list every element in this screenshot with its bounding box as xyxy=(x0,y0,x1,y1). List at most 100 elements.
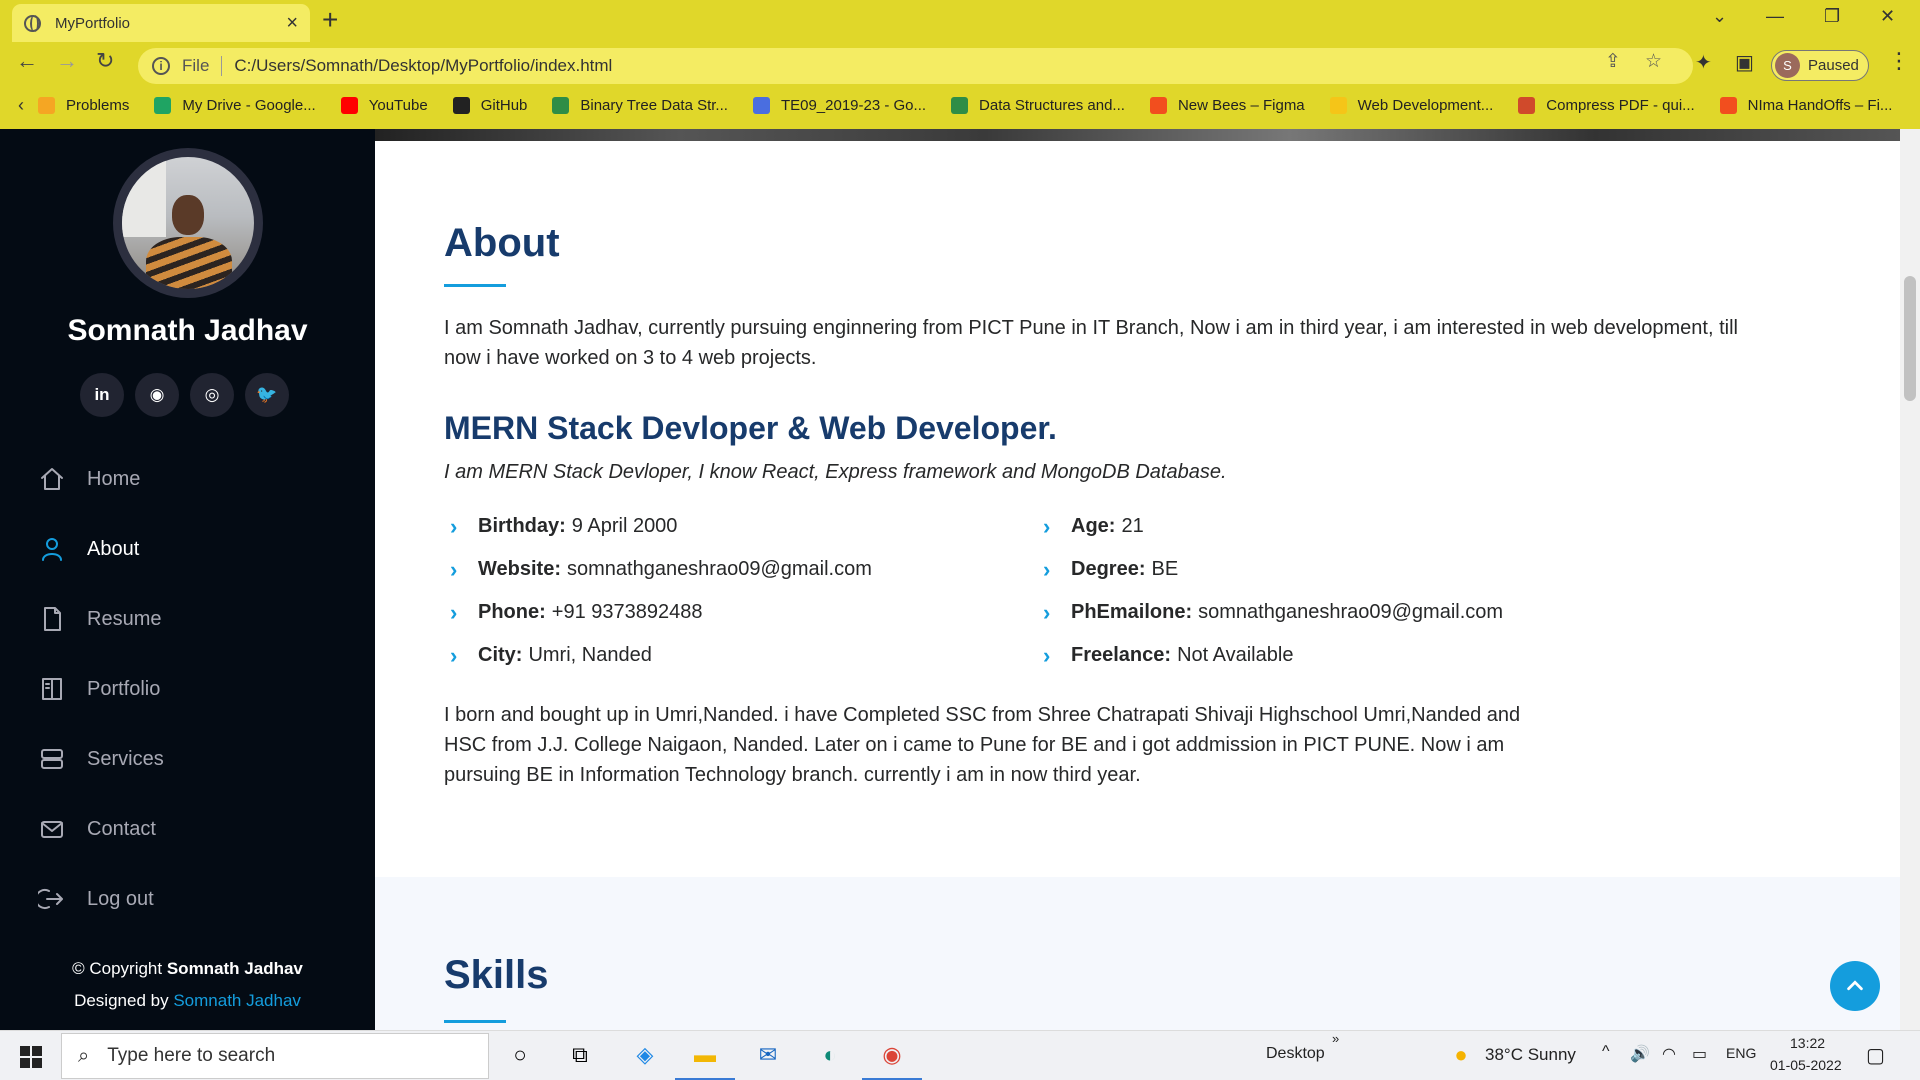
linkedin-icon[interactable]: in xyxy=(80,373,124,417)
share-icon[interactable]: ⇪ xyxy=(1605,50,1621,73)
edge-icon[interactable]: ◐ xyxy=(815,1040,845,1070)
info-icon[interactable]: i xyxy=(152,57,170,75)
scrollbar-thumb[interactable] xyxy=(1904,276,1916,401)
chevron-right-icon: › xyxy=(450,556,458,582)
search-icon: ⌕ xyxy=(78,1044,90,1067)
info-label: City: xyxy=(478,644,523,666)
sidebar-item-resume[interactable]: Resume xyxy=(38,584,358,654)
back-icon[interactable]: ← xyxy=(16,50,38,72)
menu-kebab-icon[interactable]: ⋮ xyxy=(1888,48,1910,74)
about-intro: I am Somnath Jadhav, currently pursuing … xyxy=(444,313,1844,373)
battery-icon[interactable]: ▭ xyxy=(1692,1044,1707,1064)
bookmark-item[interactable]: YouTube xyxy=(340,96,428,114)
browser-tab[interactable]: MyPortfolio × xyxy=(12,4,310,42)
page-scrollbar[interactable] xyxy=(1900,129,1920,1030)
windows-start-icon[interactable] xyxy=(20,1046,42,1068)
info-value: somnathganeshrao09@gmail.com xyxy=(566,558,872,580)
clock-time[interactable]: 13:22 xyxy=(1790,1035,1825,1051)
back-to-top-button[interactable] xyxy=(1830,961,1880,1011)
sidebar-item-portfolio[interactable]: Portfolio xyxy=(38,654,358,724)
bookmark-item[interactable]: TE09_2019-23 - Go... xyxy=(752,96,926,114)
about-intro-line: I am Somnath Jadhav, currently pursuing … xyxy=(444,317,1738,339)
restore-icon[interactable]: ❐ xyxy=(1824,6,1840,27)
bookmark-favicon-icon xyxy=(552,96,570,114)
designer-link[interactable]: Somnath Jadhav xyxy=(173,991,301,1010)
taskbar-search[interactable]: ⌕ Type here to search xyxy=(61,1033,489,1079)
about-bio-line: HSC from J.J. College Naigaon, Nanded. L… xyxy=(444,734,1505,756)
address-bar[interactable]: i File C:/Users/Somnath/Desktop/MyPortfo… xyxy=(138,48,1693,84)
bookmark-item[interactable]: Web Development... xyxy=(1329,96,1494,114)
tab-search-chevron-icon[interactable]: ⌄ xyxy=(1712,6,1727,27)
new-tab-button[interactable]: + xyxy=(322,6,338,34)
task-view-icon[interactable]: ⧉ xyxy=(565,1040,595,1070)
chrome-icon[interactable]: ◉ xyxy=(877,1040,907,1070)
bookmark-item[interactable]: New Bees – Figma xyxy=(1149,96,1305,114)
sidebar-footer: © Copyright Somnath Jadhav Designed by S… xyxy=(0,953,375,1017)
chevron-right-icon: › xyxy=(450,599,458,625)
volume-icon[interactable]: 🔊 xyxy=(1630,1044,1650,1064)
bookmark-item[interactable]: Data Structures and... xyxy=(951,96,1125,114)
file-explorer-icon[interactable]: ▬ xyxy=(690,1040,720,1070)
bookmark-item[interactable]: Compress PDF - qui... xyxy=(1518,96,1695,114)
bookmark-favicon-icon xyxy=(340,96,358,114)
sidebar-item-log-out[interactable]: Log out xyxy=(38,864,358,934)
bookmark-star-icon[interactable]: ☆ xyxy=(1645,50,1662,73)
bookmark-item[interactable]: Binary Tree Data Str... xyxy=(552,96,728,114)
copyright: © Copyright Somnath Jadhav xyxy=(0,953,375,985)
info-value: Not Available xyxy=(1177,644,1294,666)
forward-icon[interactable]: → xyxy=(56,50,78,72)
info-label: Degree: xyxy=(1071,558,1146,580)
instagram-icon[interactable]: ◎ xyxy=(190,373,234,417)
sidebar-item-home[interactable]: Home xyxy=(38,444,358,514)
sidebar-item-contact[interactable]: Contact xyxy=(38,794,358,864)
desktop-expand-icon[interactable]: » xyxy=(1332,1031,1339,1046)
minimize-icon[interactable]: — xyxy=(1766,6,1784,27)
reload-icon[interactable]: ↻ xyxy=(96,50,114,72)
sidebar-item-services[interactable]: Services xyxy=(38,724,358,794)
bookmark-label: NIma HandOffs – Fi... xyxy=(1747,96,1893,114)
language-indicator[interactable]: ENG xyxy=(1726,1045,1756,1061)
copyright-prefix: © Copyright xyxy=(72,959,163,978)
bookmark-item[interactable]: My Drive - Google... xyxy=(154,96,316,114)
info-value: somnathganeshrao09@gmail.com xyxy=(1198,601,1504,623)
twitter-icon[interactable]: 🐦 xyxy=(245,373,289,417)
info-label: Birthday: xyxy=(478,515,566,537)
wifi-icon[interactable]: ◠ xyxy=(1662,1044,1676,1064)
bookmark-label: Web Development... xyxy=(1357,96,1494,114)
close-window-icon[interactable]: ✕ xyxy=(1880,6,1895,27)
desktop-label[interactable]: Desktop xyxy=(1266,1045,1325,1063)
chevron-right-icon: › xyxy=(450,513,458,539)
tray-chevron-icon[interactable]: ^ xyxy=(1602,1043,1610,1061)
sidebar-item-label: Resume xyxy=(87,607,162,630)
bookmark-item[interactable]: NIma HandOffs – Fi... xyxy=(1719,96,1893,114)
browser-toolbar: ← → ↻ i File C:/Users/Somnath/Desktop/My… xyxy=(0,42,1920,88)
info-column-right: › Age: 21 › Degree: BE › PhEmailone: somnathgane… xyxy=(1043,505,1503,677)
notifications-icon[interactable]: ▢ xyxy=(1866,1043,1885,1068)
bookmark-item[interactable]: Problems xyxy=(38,96,129,114)
sidebar-item-about[interactable]: About xyxy=(38,514,358,584)
weather-text[interactable]: 38°C Sunny xyxy=(1485,1045,1576,1065)
info-label: PhEmailone: xyxy=(1071,601,1193,623)
bookmark-label: New Bees – Figma xyxy=(1177,96,1305,114)
cortana-icon[interactable]: ○ xyxy=(505,1040,535,1070)
bookmark-item[interactable]: GitHub xyxy=(452,96,527,114)
profile-button[interactable]: S Paused xyxy=(1771,50,1869,81)
mail-icon[interactable]: ✉ xyxy=(753,1040,783,1070)
extensions-icon[interactable]: ✦ xyxy=(1695,50,1712,75)
envelope-icon xyxy=(38,815,66,843)
globe-icon xyxy=(24,14,41,32)
tab-close-icon[interactable]: × xyxy=(286,13,298,33)
bookmark-favicon-icon xyxy=(752,96,770,114)
weather-sun-icon: ● xyxy=(1454,1042,1468,1067)
info-column-left: › Birthday: 9 April 2000 › Website: somnathga… xyxy=(450,505,872,677)
github-icon[interactable]: ◉ xyxy=(135,373,179,417)
bookmark-favicon-icon xyxy=(1518,96,1536,114)
clock-date[interactable]: 01-05-2022 xyxy=(1770,1057,1842,1073)
main-content: About I am Somnath Jadhav, currently pur… xyxy=(375,141,1900,1030)
side-panel-icon[interactable]: ▣ xyxy=(1735,50,1754,75)
chevron-right-icon: › xyxy=(450,642,458,668)
vscode-icon[interactable]: ◈ xyxy=(630,1040,660,1070)
bookmarks-chevron-icon[interactable]: ‹ xyxy=(18,95,24,116)
address-url[interactable]: C:/Users/Somnath/Desktop/MyPortfolio/ind… xyxy=(234,56,612,76)
sidebar-item-label: Contact xyxy=(87,817,156,840)
